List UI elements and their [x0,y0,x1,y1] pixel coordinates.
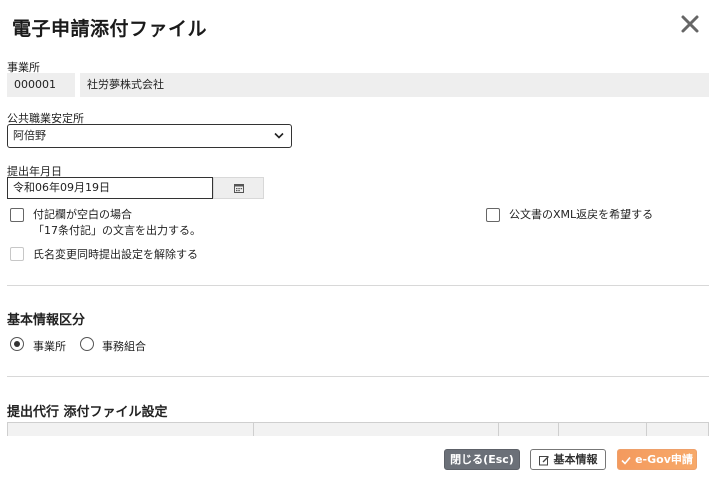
close-icon[interactable] [676,10,704,38]
egov-submit-button-label: e-Gov申請 [635,453,693,466]
radio-office-label: 事業所 [33,340,66,353]
basic-info-button-label: 基本情報 [553,453,598,466]
chevron-down-icon [274,132,284,139]
divider [7,285,709,286]
dialog-title: 電子申請添付ファイル [12,18,208,40]
attachment-dialog: 電子申請添付ファイル 事業所 000001 社労夢株式会社 公共職業安定所 阿倍… [0,0,720,482]
radio-association-label: 事務組合 [102,340,146,353]
basic-info-button[interactable]: 基本情報 [530,449,606,470]
dialog-footer [0,436,720,482]
edit-icon [538,455,549,465]
calendar-button[interactable] [213,177,264,199]
xml-return-checkbox[interactable] [486,208,500,222]
name-change-release-label: 氏名変更同時提出設定を解除する [33,248,198,261]
name-change-release-checkbox[interactable] [10,247,24,261]
calendar-icon [233,184,244,193]
employment-office-select[interactable]: 阿倍野 [7,124,292,148]
xml-return-label: 公文書のXML返戻を希望する [509,208,654,221]
attachment-section-title: 提出代行 添付ファイル設定 [7,405,168,420]
office-code: 000001 [7,73,75,97]
remarks-blank-checkbox[interactable] [10,208,24,222]
submission-date-input[interactable]: 令和06年09月19日 [7,177,213,199]
employment-office-value: 阿倍野 [13,129,46,142]
basic-info-section-title: 基本情報区分 [7,313,86,328]
check-icon [621,456,631,465]
radio-office[interactable] [10,337,24,351]
egov-submit-button[interactable]: e-Gov申請 [617,449,697,470]
divider [7,376,709,377]
close-button[interactable]: 閉じる(Esc) [444,449,520,470]
remarks-blank-label-line1: 付記欄が空白の場合 [33,208,132,221]
remarks-blank-label-line2: 「17条付記」の文言を出力する。 [33,224,201,237]
radio-association[interactable] [80,337,94,351]
office-name: 社労夢株式会社 [80,73,709,97]
